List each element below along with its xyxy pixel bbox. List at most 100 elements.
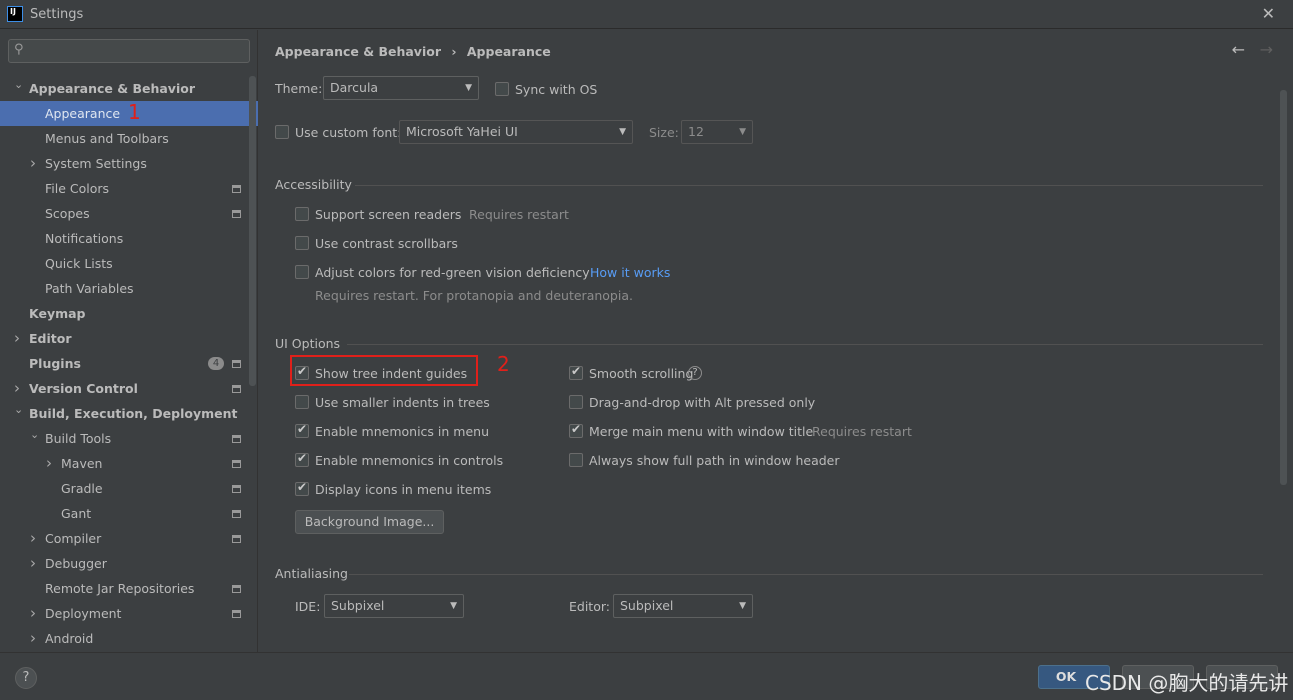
ui-option-label: Always show full path in window header	[589, 453, 840, 468]
chevron-right-icon[interactable]: ›	[30, 151, 36, 176]
sidebar-item-label: Build Tools	[45, 431, 112, 446]
help-icon[interactable]: ?	[688, 366, 702, 380]
custom-font-label: Use custom font:	[295, 125, 402, 140]
ui-option-checkbox[interactable]	[295, 395, 309, 409]
sidebar-item[interactable]: Keymap	[0, 301, 258, 326]
ide-aa-select[interactable]: Subpixel ▼	[324, 594, 464, 618]
red-green-checkbox[interactable]	[295, 265, 309, 279]
ide-aa-label: IDE:	[295, 599, 321, 614]
sidebar-item[interactable]: › Deployment	[0, 601, 258, 626]
screen-readers-checkbox[interactable]	[295, 207, 309, 221]
chevron-right-icon[interactable]: ›	[30, 551, 36, 576]
project-settings-icon	[232, 610, 241, 618]
ui-option-checkbox[interactable]	[295, 480, 309, 496]
sidebar-item[interactable]: Appearance 1	[0, 100, 258, 126]
ui-option-label: Display icons in menu items	[315, 482, 492, 497]
editor-aa-label: Editor:	[569, 599, 610, 614]
chevron-down-icon[interactable]: ⌄	[14, 72, 23, 97]
project-settings-icon	[232, 460, 241, 468]
requires-restart-note: Requires restart	[469, 207, 569, 222]
sidebar-item[interactable]: Notifications	[0, 226, 258, 251]
chevron-right-icon[interactable]: ›	[30, 626, 36, 651]
window-title: Settings	[30, 7, 84, 22]
forward-arrow-icon[interactable]: →	[1260, 40, 1273, 59]
sidebar-item[interactable]: File Colors	[0, 176, 258, 201]
ui-option-label: Smooth scrolling	[589, 366, 694, 381]
chevron-down-icon[interactable]: ⌄	[30, 422, 39, 447]
chevron-right-icon[interactable]: ›	[14, 326, 20, 351]
contrast-scrollbars-checkbox[interactable]	[295, 236, 309, 250]
sidebar-item[interactable]: › Version Control	[0, 376, 258, 401]
back-arrow-icon[interactable]: ←	[1232, 40, 1245, 59]
chevron-right-icon[interactable]: ›	[30, 526, 36, 551]
sidebar-item[interactable]: Plugins 4	[0, 351, 258, 376]
sidebar-item[interactable]: ⌄ Build Tools	[0, 426, 258, 451]
sidebar-item-label: Build, Execution, Deployment	[29, 406, 238, 421]
search-icon: ⚲	[14, 42, 24, 57]
antialiasing-heading: Antialiasing	[275, 566, 348, 581]
contrast-scrollbars-label: Use contrast scrollbars	[315, 236, 458, 251]
sidebar-item[interactable]: Scopes	[0, 201, 258, 226]
theme-select[interactable]: Darcula ▼	[323, 76, 479, 100]
sidebar-item-label: Debugger	[45, 556, 107, 571]
ui-option-label: Enable mnemonics in controls	[315, 453, 504, 468]
sidebar-item-label: Scopes	[45, 206, 90, 221]
close-icon[interactable]: ✕	[1262, 4, 1275, 23]
annotation-number: 2	[497, 352, 510, 376]
search-input[interactable]: ⚲	[8, 39, 250, 63]
sidebar-item[interactable]: › System Settings	[0, 151, 258, 176]
sidebar-item[interactable]: Path Variables	[0, 276, 258, 301]
sidebar-item-label: Remote Jar Repositories	[45, 581, 195, 596]
sidebar-item[interactable]: › Editor	[0, 326, 258, 351]
sidebar-item[interactable]: › Android	[0, 626, 258, 651]
sidebar-item[interactable]: Remote Jar Repositories	[0, 576, 258, 601]
red-green-label: Adjust colors for red-green vision defic…	[315, 265, 590, 280]
font-select[interactable]: Microsoft YaHei UI ▼	[399, 120, 633, 144]
custom-font-checkbox[interactable]	[275, 125, 289, 139]
plugin-updates-badge: 4	[208, 357, 224, 370]
ui-option-label: Drag-and-drop with Alt pressed only	[589, 395, 816, 410]
intellij-logo-icon: IJ	[7, 6, 23, 22]
sidebar-item[interactable]: Menus and Toolbars	[0, 126, 258, 151]
chevron-right-icon[interactable]: ›	[46, 451, 52, 476]
how-it-works-link[interactable]: How it works	[590, 265, 670, 280]
ui-option-checkbox[interactable]	[569, 422, 583, 438]
ui-option-checkbox[interactable]	[295, 451, 309, 467]
sidebar-item[interactable]: Gradle	[0, 476, 258, 501]
sidebar-scrollbar[interactable]	[249, 76, 256, 386]
sidebar-item[interactable]: › Compiler	[0, 526, 258, 551]
sidebar-item-label: System Settings	[45, 156, 147, 171]
font-size-select[interactable]: 12 ▼	[681, 120, 753, 144]
sidebar-item-label: Maven	[61, 456, 103, 471]
sidebar-item-label: Path Variables	[45, 281, 134, 296]
ui-option-checkbox[interactable]	[295, 422, 309, 438]
sidebar-item-label: Appearance	[45, 106, 121, 121]
ui-option-checkbox[interactable]	[569, 395, 583, 409]
ui-option-label: Use smaller indents in trees	[315, 395, 490, 410]
project-settings-icon	[232, 385, 241, 393]
settings-panel: Appearance & Behavior › Appearance ← → T…	[259, 30, 1293, 652]
editor-aa-select[interactable]: Subpixel ▼	[613, 594, 753, 618]
sidebar-item[interactable]: ⌄ Appearance & Behavior	[0, 76, 258, 101]
help-button[interactable]: ?	[15, 667, 37, 689]
sidebar-item-label: File Colors	[45, 181, 110, 196]
main-scrollbar[interactable]	[1280, 90, 1287, 485]
chevron-down-icon[interactable]: ⌄	[14, 397, 23, 422]
sidebar-item[interactable]: › Maven	[0, 451, 258, 476]
sidebar-item-label: Deployment	[45, 606, 122, 621]
red-green-note: Requires restart. For protanopia and deu…	[315, 288, 633, 303]
ui-option-checkbox[interactable]	[569, 453, 583, 467]
breadcrumb-parent[interactable]: Appearance & Behavior	[275, 44, 441, 59]
ui-option-checkbox[interactable]	[569, 364, 583, 380]
sidebar-item[interactable]: Gant	[0, 501, 258, 526]
sidebar-item-label: Gradle	[61, 481, 103, 496]
sync-os-checkbox[interactable]	[495, 82, 509, 96]
background-image-button[interactable]: Background Image...	[295, 510, 444, 534]
sidebar-item-label: Compiler	[45, 531, 102, 546]
sidebar-item-label: Menus and Toolbars	[45, 131, 169, 146]
chevron-right-icon[interactable]: ›	[30, 601, 36, 626]
sidebar-item[interactable]: › Debugger	[0, 551, 258, 576]
sync-os-label: Sync with OS	[515, 82, 598, 97]
sidebar-item[interactable]: Quick Lists	[0, 251, 258, 276]
size-label: Size:	[649, 125, 679, 140]
